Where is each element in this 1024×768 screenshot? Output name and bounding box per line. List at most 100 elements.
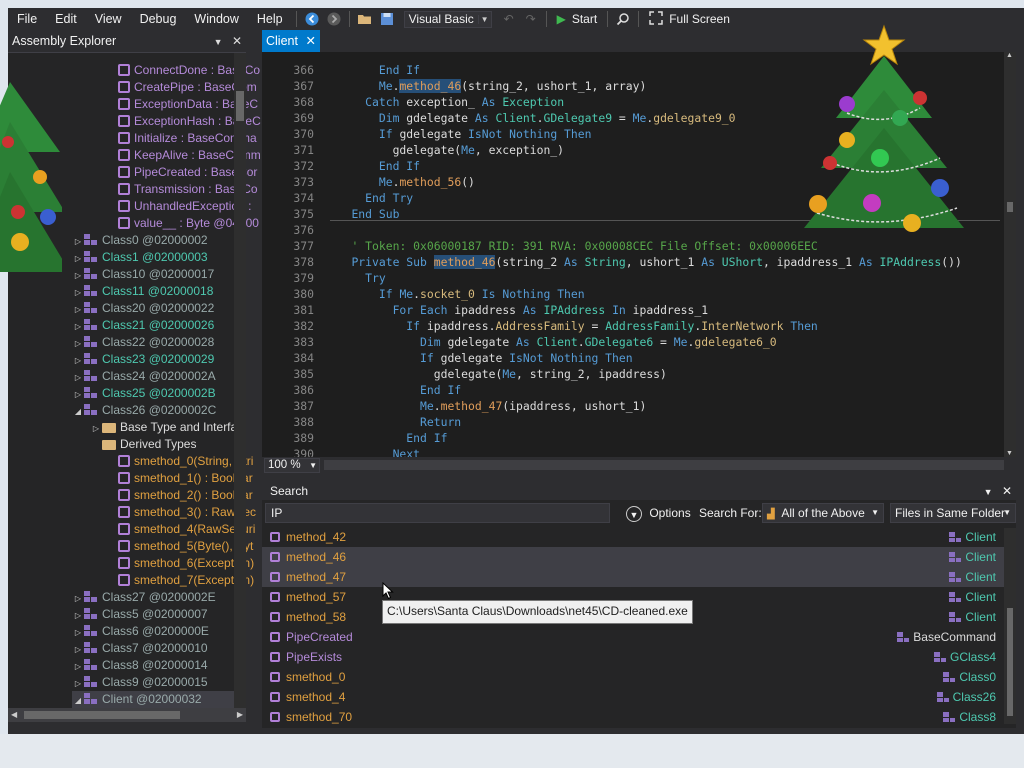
tree-class-node[interactable]: ▷ Class6 @0200000E [72, 623, 209, 640]
options-toggle[interactable]: ▼ Options [626, 503, 691, 523]
full-screen-button[interactable]: Full Screen [649, 10, 730, 28]
scroll-down-icon[interactable]: ▼ [1006, 450, 1013, 457]
scroll-right-icon[interactable]: ▶ [237, 708, 243, 722]
search-result-row[interactable]: smethod_4 Class26 [262, 687, 1004, 707]
chevron-down-icon[interactable]: ▼ [214, 37, 223, 47]
search-result-row[interactable]: method_47 Client [262, 567, 1004, 587]
close-icon[interactable]: ✕ [1002, 484, 1012, 498]
search-input[interactable]: IP [265, 503, 610, 523]
open-folder-icon[interactable] [357, 11, 373, 27]
close-icon[interactable]: ✕ [306, 30, 316, 52]
class-icon [84, 608, 98, 620]
tree-member-node[interactable]: smethod_0(String, Stri [104, 453, 253, 470]
chevron-down-icon[interactable]: ▼ [984, 487, 993, 497]
search-result-row[interactable]: smethod_0 Class0 [262, 667, 1004, 687]
tree-class-node[interactable]: ▷ Class0 @02000002 [72, 232, 208, 249]
forward-icon[interactable] [326, 11, 342, 27]
tree-member-node[interactable]: UnhandledException : [104, 198, 251, 215]
search-result-row[interactable]: method_42 Client [262, 527, 1004, 547]
tree-member-node[interactable]: smethod_6(Exception) [104, 555, 254, 572]
expand-arrow-icon[interactable]: ▷ [72, 658, 84, 675]
expand-arrow-icon[interactable]: ▷ [72, 590, 84, 607]
scrollbar-thumb[interactable] [24, 711, 180, 719]
search-result-row[interactable]: PipeExists GClass4 [262, 647, 1004, 667]
expand-arrow-icon[interactable]: ▷ [72, 607, 84, 624]
tree-class-node[interactable]: ▷ Class20 @02000022 [72, 300, 214, 317]
code-line: 376 [262, 222, 314, 238]
vertical-scrollbar[interactable]: ▲ ▼ [1004, 52, 1016, 457]
search-for-select[interactable]: ▟ All of the Above ▼ [762, 503, 884, 523]
tab-client[interactable]: Client ✕ [262, 30, 320, 52]
expand-arrow-icon[interactable]: ▷ [90, 420, 102, 437]
save-all-icon[interactable] [379, 11, 395, 27]
expand-arrow-icon[interactable]: ▷ [72, 624, 84, 641]
tree-class-node[interactable]: ▷ Class8 @02000014 [72, 657, 208, 674]
search-result-row[interactable]: method_46 Client [262, 547, 1004, 567]
expand-arrow-icon[interactable]: ▷ [72, 641, 84, 658]
expand-arrow-icon[interactable]: ▷ [72, 284, 84, 301]
tree-class-node[interactable]: ▷ Class5 @02000007 [72, 606, 208, 623]
class-icon [84, 319, 98, 331]
back-icon[interactable] [304, 11, 320, 27]
menu-view[interactable]: View [86, 8, 131, 30]
menu-window[interactable]: Window [185, 8, 247, 30]
tree-class-node[interactable]: ▷ Class24 @0200002A [72, 368, 216, 385]
horizontal-scrollbar[interactable]: ◀ ▶ [8, 708, 246, 722]
expand-arrow-icon[interactable]: ◢ [72, 403, 84, 420]
expand-arrow-icon[interactable]: ▷ [72, 369, 84, 386]
menu-help[interactable]: Help [248, 8, 292, 30]
tree-member-node[interactable]: smethod_7(Exception) [104, 572, 254, 589]
tree-class-node[interactable]: ▷ Class27 @0200002E [72, 589, 216, 606]
expand-arrow-icon[interactable]: ▷ [72, 675, 84, 692]
search-icon[interactable] [615, 11, 631, 27]
scrollbar-thumb[interactable] [1007, 202, 1013, 212]
menu-debug[interactable]: Debug [131, 8, 186, 30]
expand-arrow-icon[interactable]: ▷ [72, 386, 84, 403]
expand-arrow-icon[interactable]: ◢ [72, 692, 84, 709]
tree-folder-node[interactable]: Derived Types [90, 436, 196, 453]
expand-arrow-icon[interactable]: ▷ [72, 267, 84, 284]
expand-arrow-icon[interactable]: ▷ [72, 318, 84, 335]
tree-class-node[interactable]: ◢ Client @02000032 [72, 691, 246, 708]
tree-class-node[interactable]: ▷ Class7 @02000010 [72, 640, 208, 657]
scope-select[interactable]: Files in Same Folder ▼ [890, 503, 1016, 523]
tree-class-node[interactable]: ▷ Class11 @02000018 [72, 283, 213, 300]
redo-icon[interactable]: ↷ [523, 11, 539, 27]
zoom-select[interactable]: 100 % ▼ [264, 458, 320, 473]
tree-member-node[interactable]: smethod_4(RawSecuri [104, 521, 255, 538]
close-icon[interactable]: ✕ [232, 34, 242, 48]
expand-arrow-icon[interactable]: ▷ [72, 335, 84, 352]
search-result-row[interactable]: smethod_70 Class8 [262, 707, 1004, 727]
search-result-row[interactable]: PipeCreated BaseCommand [262, 627, 1004, 647]
tree-class-node[interactable]: ▷ Class21 @02000026 [72, 317, 214, 334]
horizontal-scrollbar[interactable] [324, 460, 1004, 470]
tree-folder-node[interactable]: ▷ Base Type and Interfac [90, 419, 243, 436]
scrollbar-thumb[interactable] [1007, 608, 1013, 716]
tree-class-node[interactable]: ◢ Class26 @0200002C [72, 402, 216, 419]
tree-member-node[interactable]: smethod_2() : Boolear [104, 487, 253, 504]
expand-arrow-icon[interactable]: ▷ [72, 233, 84, 250]
expand-arrow-icon[interactable]: ▷ [72, 301, 84, 318]
menu-edit[interactable]: Edit [46, 8, 86, 30]
language-select[interactable]: Visual Basic ▼ [403, 10, 492, 28]
tree-member-node[interactable]: smethod_1() : Boolear [104, 470, 253, 487]
menu-file[interactable]: File [8, 8, 46, 30]
scroll-up-icon[interactable]: ▲ [1006, 52, 1013, 59]
tree-class-node[interactable]: ▷ Class10 @02000017 [72, 266, 214, 283]
line-number: 384 [293, 351, 314, 365]
code-line: 388 Return [262, 414, 461, 430]
tree-class-node[interactable]: ▷ Class9 @02000015 [72, 674, 208, 691]
undo-icon[interactable]: ↶ [501, 11, 517, 27]
expand-arrow-icon[interactable]: ▷ [72, 352, 84, 369]
vertical-scrollbar[interactable] [234, 53, 246, 708]
start-button[interactable]: ▶ Start [557, 12, 598, 26]
tree-class-node[interactable]: ▷ Class1 @02000003 [72, 249, 208, 266]
tree-class-node[interactable]: ▷ Class23 @02000029 [72, 351, 214, 368]
scroll-left-icon[interactable]: ◀ [11, 708, 17, 722]
vertical-scrollbar[interactable] [1004, 528, 1016, 724]
tree-class-node[interactable]: ▷ Class22 @02000028 [72, 334, 214, 351]
scrollbar-thumb[interactable] [236, 91, 244, 121]
tree-class-node[interactable]: ▷ Class25 @0200002B [72, 385, 216, 402]
tree-member-node[interactable]: smethod_5(Byte(), Byt [104, 538, 253, 555]
expand-arrow-icon[interactable]: ▷ [72, 250, 84, 267]
